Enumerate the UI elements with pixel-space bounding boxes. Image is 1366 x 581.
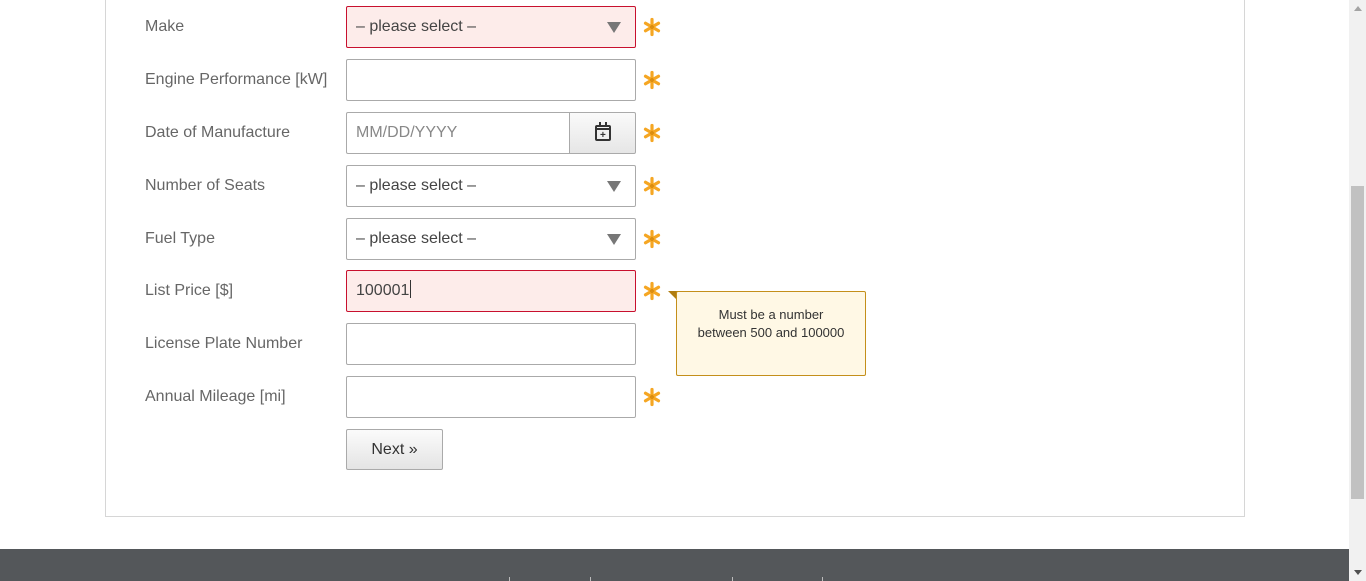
- date-of-manufacture-label: Date of Manufacture: [145, 124, 290, 141]
- make-select[interactable]: – please select –: [346, 6, 636, 48]
- license-plate-row: License Plate Number: [145, 323, 665, 365]
- number-of-seats-select[interactable]: – please select –: [346, 165, 636, 207]
- list-price-label: List Price [$]: [145, 282, 234, 299]
- validation-message: Must be a number between 500 and 100000: [697, 307, 845, 340]
- chevron-down-icon: [607, 22, 621, 33]
- calendar-icon: +: [595, 122, 611, 141]
- number-of-seats-label: Number of Seats: [145, 177, 266, 194]
- fuel-type-value: – please select –: [356, 230, 477, 247]
- page: Make – please select – Engine Performanc…: [0, 0, 1366, 581]
- make-row: Make – please select –: [145, 6, 665, 48]
- footer-divider: [732, 577, 733, 581]
- fuel-type-label: Fuel Type: [145, 230, 215, 247]
- scroll-up-icon[interactable]: [1349, 0, 1366, 17]
- engine-performance-label: Engine Performance [kW]: [145, 71, 328, 88]
- asterisk-icon: [643, 123, 661, 143]
- fuel-type-select[interactable]: – please select –: [346, 218, 636, 260]
- list-price-value: 100001: [356, 282, 410, 299]
- annual-mileage-label: Annual Mileage [mi]: [145, 388, 286, 405]
- make-label: Make: [145, 18, 185, 35]
- license-plate-input[interactable]: [346, 323, 636, 365]
- footer-divider: [590, 577, 591, 581]
- asterisk-icon: [643, 176, 661, 196]
- date-of-manufacture-input[interactable]: MM/DD/YYYY: [346, 112, 570, 154]
- list-price-row: List Price [$] 100001: [145, 270, 665, 312]
- next-button[interactable]: Next »: [346, 429, 443, 470]
- scrollbar-thumb[interactable]: [1351, 186, 1364, 499]
- license-plate-label: License Plate Number: [145, 335, 303, 352]
- asterisk-icon: [643, 17, 661, 37]
- date-of-manufacture-row: Date of Manufacture MM/DD/YYYY +: [145, 112, 665, 154]
- validation-tooltip: Must be a number between 500 and 100000: [676, 291, 866, 376]
- scroll-down-icon[interactable]: [1349, 564, 1366, 581]
- footer-divider: [822, 577, 823, 581]
- chevron-down-icon: [607, 234, 621, 245]
- annual-mileage-input[interactable]: [346, 376, 636, 418]
- text-cursor: [410, 280, 412, 298]
- annual-mileage-row: Annual Mileage [mi]: [145, 376, 665, 418]
- fuel-type-row: Fuel Type – please select –: [145, 218, 665, 260]
- number-of-seats-row: Number of Seats – please select –: [145, 165, 665, 207]
- engine-performance-row: Engine Performance [kW]: [145, 59, 665, 101]
- engine-performance-input[interactable]: [346, 59, 636, 101]
- asterisk-icon: [643, 229, 661, 249]
- vertical-scrollbar[interactable]: [1349, 0, 1366, 581]
- footer-divider: [509, 577, 510, 581]
- chevron-down-icon: [607, 181, 621, 192]
- list-price-input[interactable]: 100001: [346, 270, 636, 312]
- number-of-seats-value: – please select –: [356, 177, 477, 194]
- asterisk-icon: [643, 70, 661, 90]
- asterisk-icon: [643, 387, 661, 407]
- make-select-value: – please select –: [356, 18, 477, 35]
- open-calendar-button[interactable]: +: [569, 112, 636, 154]
- asterisk-icon: [643, 281, 661, 301]
- date-placeholder: MM/DD/YYYY: [356, 124, 458, 141]
- page-footer: [0, 549, 1349, 581]
